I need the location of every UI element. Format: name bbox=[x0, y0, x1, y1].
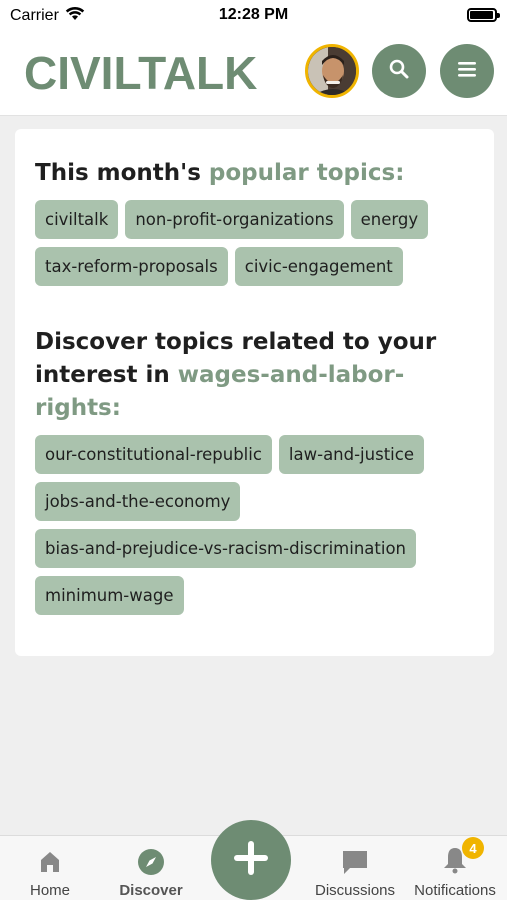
topic-tag[interactable]: energy bbox=[350, 200, 429, 239]
related-topics-heading: Discover topics related to your interest… bbox=[35, 326, 474, 425]
plus-icon bbox=[232, 839, 270, 881]
compass-icon bbox=[137, 848, 165, 876]
topic-tag[interactable]: our-constitutional-republic bbox=[35, 435, 272, 474]
avatar[interactable] bbox=[305, 44, 359, 98]
nav-home-label: Home bbox=[29, 882, 70, 899]
notifications-badge: 4 bbox=[462, 837, 484, 859]
nav-home[interactable]: Home bbox=[0, 836, 100, 900]
search-icon bbox=[388, 58, 410, 84]
popular-topics-list: civiltalk non-profit-organizations energ… bbox=[35, 200, 475, 286]
nav-notifications-label: Notifications bbox=[414, 882, 496, 899]
topic-tag[interactable]: minimum-wage bbox=[35, 576, 184, 615]
popular-topics-heading: This month's popular topics: bbox=[35, 157, 474, 190]
chat-bubble-icon bbox=[340, 848, 370, 876]
topic-tag[interactable]: civic-engagement bbox=[234, 247, 403, 286]
topic-tag[interactable]: non-profit-organizations bbox=[125, 200, 344, 239]
nav-discover[interactable]: Discover bbox=[101, 836, 201, 900]
topic-tag[interactable]: civiltalk bbox=[35, 200, 119, 239]
add-discussion-button[interactable] bbox=[211, 820, 291, 900]
topic-tag[interactable]: law-and-justice bbox=[278, 435, 424, 474]
nav-discover-label: Discover bbox=[119, 882, 183, 899]
search-button[interactable] bbox=[372, 44, 426, 98]
topic-tag[interactable]: bias-and-prejudice-vs-racism-discriminat… bbox=[35, 529, 417, 568]
topic-tag[interactable]: jobs-and-the-economy bbox=[35, 482, 241, 521]
nav-discussions-label: Discussions bbox=[314, 882, 396, 899]
hamburger-menu-icon bbox=[456, 60, 478, 82]
topic-tag[interactable]: tax-reform-proposals bbox=[35, 247, 228, 286]
popular-heading-prefix: This month's bbox=[35, 160, 209, 186]
related-topics-list: our-constitutional-republic law-and-just… bbox=[35, 435, 475, 615]
civiltalk-logo[interactable]: CIVILTALK bbox=[24, 46, 257, 100]
popular-heading-accent: popular topics: bbox=[208, 160, 405, 186]
bell-icon-wrap: 4 bbox=[442, 837, 484, 876]
app-header: CIVILTALK bbox=[0, 30, 507, 116]
nav-discussions[interactable]: Discussions bbox=[305, 836, 405, 900]
topics-card: This month's popular topics: civiltalk n… bbox=[15, 129, 494, 656]
status-time: 12:28 PM bbox=[218, 6, 289, 23]
battery-icon bbox=[467, 8, 500, 22]
home-icon bbox=[37, 848, 63, 876]
status-bar: Carrier 12:28 PM bbox=[0, 0, 507, 30]
menu-button[interactable] bbox=[440, 44, 494, 98]
battery-level bbox=[470, 11, 493, 19]
nav-notifications[interactable]: 4 Notifications bbox=[405, 836, 505, 900]
